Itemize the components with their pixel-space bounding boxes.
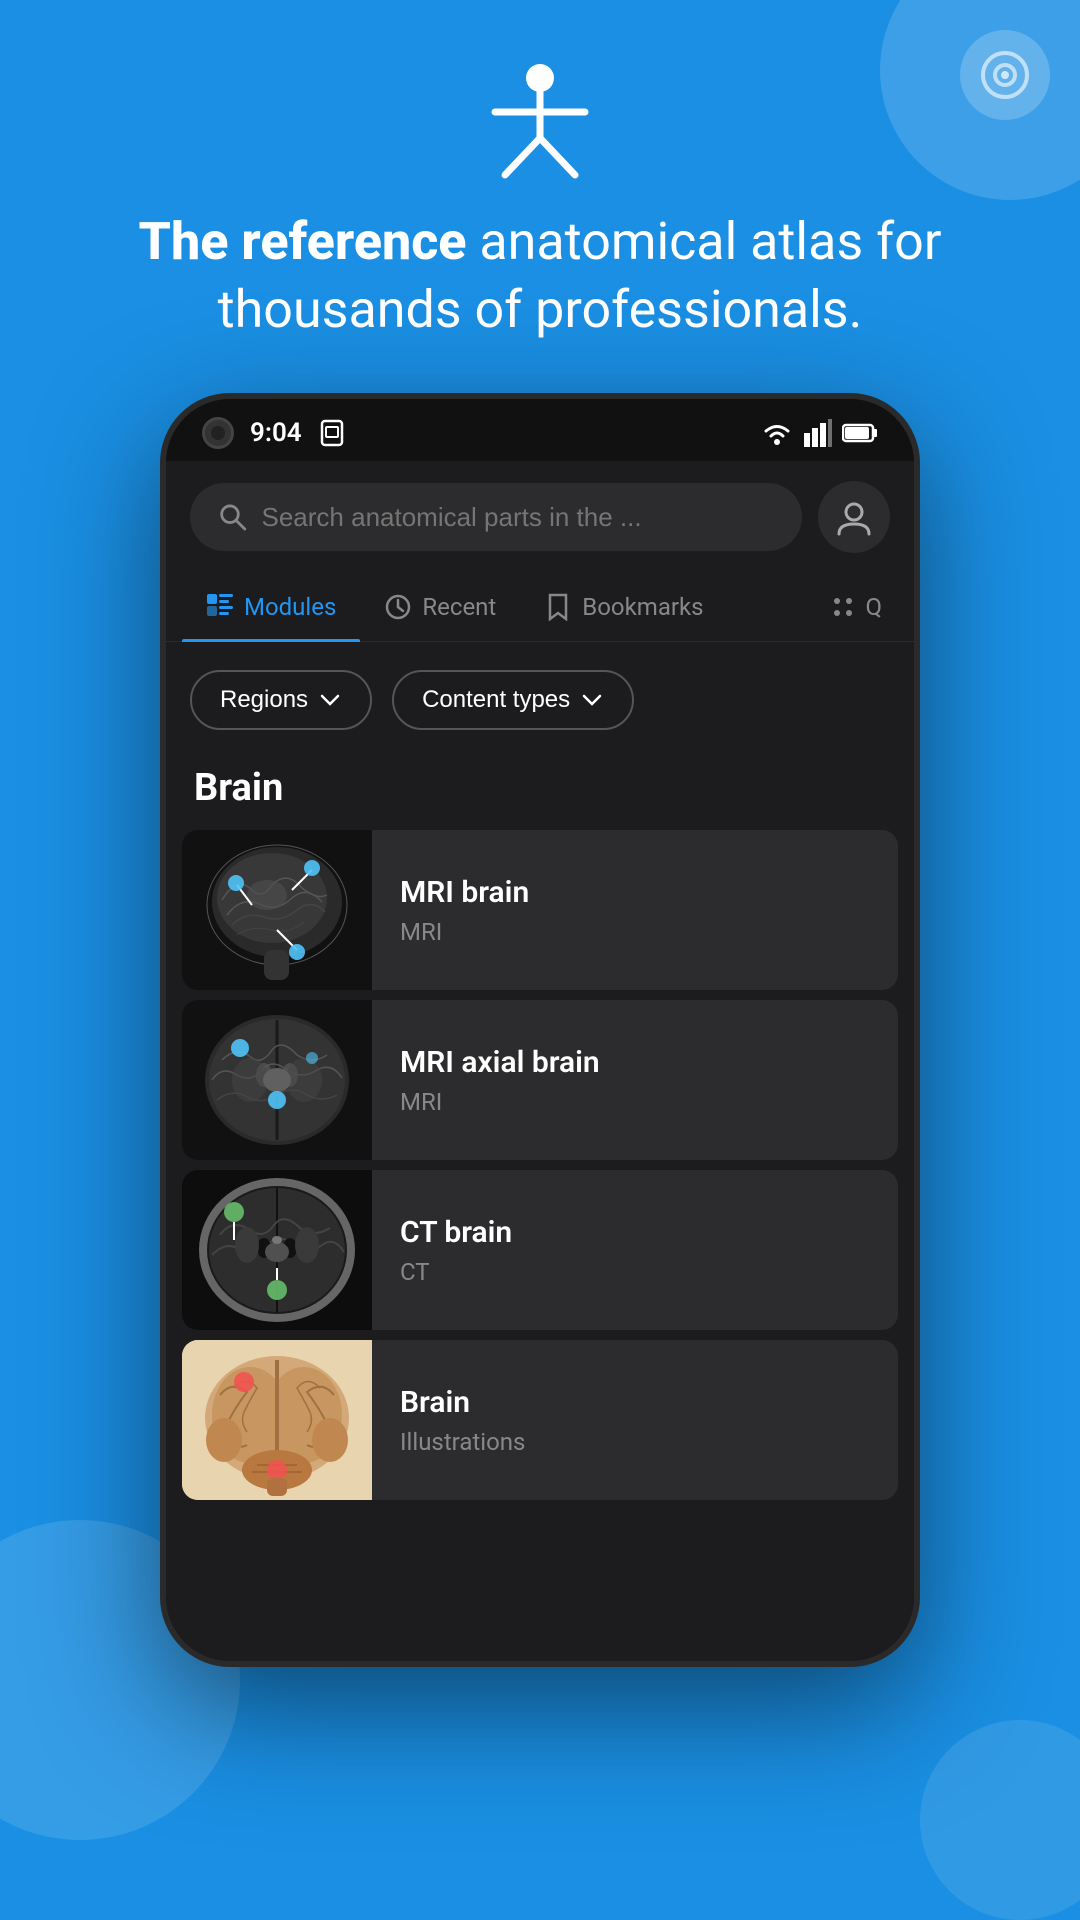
module-type: MRI: [400, 1088, 870, 1116]
tab-more-label: Q: [865, 593, 882, 621]
search-bar[interactable]: [190, 483, 802, 551]
regions-filter[interactable]: Regions: [190, 670, 372, 730]
module-info-mri-axial: MRI axial brain MRI: [372, 1021, 898, 1140]
module-name: Brain: [400, 1385, 870, 1420]
profile-icon: [835, 498, 873, 536]
module-name: MRI brain: [400, 875, 870, 910]
module-thumb-mri-brain: [182, 830, 372, 990]
camera-icon: [202, 417, 234, 449]
module-item-ct-brain[interactable]: CT brain CT: [182, 1170, 898, 1330]
status-icons: [760, 419, 878, 447]
module-info-ct: CT brain CT: [372, 1191, 898, 1310]
module-thumb-ct: [182, 1170, 372, 1330]
chevron-down-icon: [318, 688, 342, 712]
signal-icon: [804, 419, 832, 447]
phone-mockup: 9:04: [0, 393, 1080, 1667]
sim-icon: [318, 419, 346, 447]
status-left: 9:04: [202, 417, 346, 449]
tab-modules[interactable]: Modules: [182, 573, 360, 641]
mri-sagittal-image: [182, 830, 372, 990]
module-list: MRI brain MRI: [166, 830, 914, 1500]
modules-icon: [206, 593, 234, 621]
status-time: 9:04: [250, 418, 302, 448]
filter-bar: Regions Content types: [166, 642, 914, 758]
regions-filter-label: Regions: [220, 686, 308, 714]
app-content: Modules Recent Bookmarks: [166, 461, 914, 1661]
tab-bookmarks[interactable]: Bookmarks: [520, 573, 727, 641]
module-name: CT brain: [400, 1215, 870, 1250]
bookmarks-icon: [544, 593, 572, 621]
profile-button[interactable]: [818, 481, 890, 553]
content-types-filter-label: Content types: [422, 686, 570, 714]
wifi-icon: [760, 419, 794, 447]
chevron-down-icon-2: [580, 688, 604, 712]
module-item-brain-illustration[interactable]: Brain Illustrations: [182, 1340, 898, 1500]
module-type: Illustrations: [400, 1428, 870, 1456]
hero-icon: [0, 60, 1080, 180]
module-info-mri-brain: MRI brain MRI: [372, 851, 898, 970]
search-input[interactable]: [262, 502, 775, 533]
module-thumb-mri-axial: [182, 1000, 372, 1160]
bg-circle-bottom-right: [920, 1720, 1080, 1920]
module-info-illustration: Brain Illustrations: [372, 1361, 898, 1480]
battery-icon: [842, 422, 878, 444]
hero-title: The reference anatomical atlas for thous…: [0, 208, 1080, 343]
tab-recent[interactable]: Recent: [360, 573, 520, 641]
module-item-mri-axial[interactable]: MRI axial brain MRI: [182, 1000, 898, 1160]
status-bar: 9:04: [166, 399, 914, 461]
tab-more[interactable]: Q: [813, 573, 898, 641]
module-type: MRI: [400, 918, 870, 946]
tab-modules-label: Modules: [244, 593, 336, 621]
module-item-mri-brain[interactable]: MRI brain MRI: [182, 830, 898, 990]
ct-image: [182, 1170, 372, 1330]
phone-body: 9:04: [160, 393, 920, 1667]
tab-recent-label: Recent: [422, 593, 496, 621]
section-title: Brain: [166, 758, 914, 830]
module-type: CT: [400, 1258, 870, 1286]
search-area: [166, 461, 914, 573]
recent-icon: [384, 593, 412, 621]
hero-section: The reference anatomical atlas for thous…: [0, 0, 1080, 343]
nav-tabs: Modules Recent Bookmarks: [166, 573, 914, 642]
side-button: [914, 819, 920, 899]
filter-icon: [829, 593, 857, 621]
tab-bookmarks-label: Bookmarks: [582, 593, 703, 621]
module-name: MRI axial brain: [400, 1045, 870, 1080]
mri-axial-image: [182, 1000, 372, 1160]
search-icon: [218, 501, 248, 533]
module-thumb-illustration: [182, 1340, 372, 1500]
content-types-filter[interactable]: Content types: [392, 670, 634, 730]
brain-illustration: [182, 1340, 372, 1500]
